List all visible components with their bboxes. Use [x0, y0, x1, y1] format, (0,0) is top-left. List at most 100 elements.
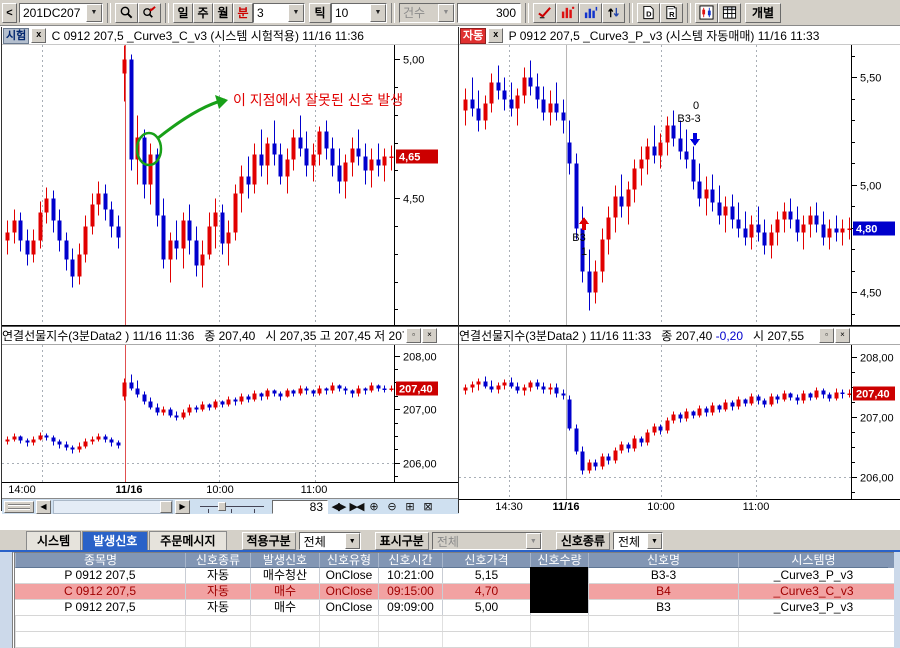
- time-axis-label: 14:00: [8, 484, 36, 496]
- test-mode-badge: 시험: [3, 28, 29, 44]
- filter-apply-value: 전체: [300, 533, 345, 550]
- chevron-down-icon[interactable]: ▼: [86, 4, 102, 22]
- futures-index-subchart-left[interactable]: 208,00207,00206,00207,40: [2, 345, 459, 483]
- individual-button[interactable]: 개별: [745, 3, 781, 23]
- right-chart-titlebar: 자동 x P 0912 207,5 _Curve3_P_v3 (시스템 자동매매…: [459, 27, 900, 45]
- svg-text:4,65: 4,65: [399, 152, 420, 164]
- sort-updown-button[interactable]: [602, 3, 625, 23]
- fit-chart-icon[interactable]: ⊞: [402, 500, 418, 514]
- filter-display-select: 전체 ▼: [432, 532, 542, 550]
- scroll-track[interactable]: [53, 500, 173, 514]
- cell-signal-price: 5,00: [442, 600, 530, 615]
- filter-signal-type-select[interactable]: 전체 ▼: [613, 532, 663, 550]
- svg-text:4,50: 4,50: [403, 194, 424, 206]
- cell-signal-time: 09:09:00: [378, 600, 442, 615]
- signal-table: 종목명 신호종류 발생신호 신호유형 신호시간 신호가격 신호수량 신호명 시스…: [12, 552, 894, 648]
- collapse-horizontal-icon[interactable]: ▶◀: [348, 500, 364, 514]
- chevron-down-icon[interactable]: ▼: [288, 4, 304, 22]
- blue-bar-chart-button[interactable]: [579, 3, 602, 23]
- minute-combo[interactable]: 3 ▼: [253, 3, 305, 23]
- scroll-left-button[interactable]: ◀: [36, 500, 51, 514]
- table-row-selected[interactable]: C 0912 207,5 자동 매수 OnClose 09:15:00 4,70…: [15, 584, 894, 600]
- tab-order-messages[interactable]: 주문메시지: [149, 531, 226, 550]
- report-r-button[interactable]: R: [660, 3, 683, 23]
- time-axis-label: 14:30: [495, 501, 523, 513]
- time-axis-label: 10:00: [647, 501, 675, 513]
- right-time-axis: 14:3011/1610:0011:00: [459, 500, 900, 515]
- period-month-button[interactable]: 월: [213, 3, 233, 23]
- svg-text:207,00: 207,00: [403, 405, 437, 417]
- signal-panel: 시스템 발생신호 주문메시지 적용구분 전체 ▼ 표시구분 전체 ▼ 신호종류 …: [0, 530, 900, 648]
- search-signal-button[interactable]: [138, 3, 161, 23]
- close-pane-icon[interactable]: ⊠: [420, 500, 436, 514]
- grid-view-button[interactable]: [718, 3, 741, 23]
- candlestick-chart-put[interactable]: 5,505,004,504,800B3-3B31: [459, 45, 900, 326]
- count-label: 건수: [400, 4, 438, 21]
- chevron-down-icon[interactable]: ▼: [345, 533, 360, 549]
- svg-text:R: R: [669, 10, 675, 19]
- expand-horizontal-icon[interactable]: ◀▶: [330, 500, 346, 514]
- period-day-button[interactable]: 일: [173, 3, 193, 23]
- close-icon[interactable]: x: [488, 28, 503, 43]
- svg-text:206,00: 206,00: [860, 473, 894, 485]
- symbol-combo[interactable]: 201DC207 ▼: [19, 3, 103, 23]
- zoom-slider-thumb[interactable]: [218, 502, 226, 511]
- tick-button[interactable]: 틱: [309, 3, 331, 23]
- time-axis-label: 11:00: [743, 501, 770, 513]
- back-button[interactable]: <: [2, 3, 17, 23]
- visible-bars-input[interactable]: 83: [272, 500, 328, 514]
- call-chart-panel: 시험 x C 0912 207,5 _Curve3_C_v3 (시스템 시험적용…: [1, 27, 459, 511]
- scroll-grip[interactable]: [4, 501, 34, 513]
- cell-system-name: _Curve3_C_v3: [738, 584, 888, 599]
- table-empty-row: [15, 632, 894, 648]
- chevron-down-icon[interactable]: ▼: [370, 4, 386, 22]
- left-time-axis: 14:0011/1610:0011:00: [2, 483, 459, 498]
- document-r-icon: R: [664, 5, 679, 20]
- svg-text:B3: B3: [572, 232, 585, 244]
- cell-signal: 매수청산: [250, 568, 319, 583]
- close-icon[interactable]: x: [31, 28, 46, 43]
- filter-display-value: 전체: [433, 533, 526, 550]
- filter-apply-select[interactable]: 전체 ▼: [299, 532, 361, 550]
- minute-value: 3: [254, 6, 288, 20]
- tab-system[interactable]: 시스템: [26, 531, 81, 550]
- col-signal-time: 신호시간: [378, 553, 442, 568]
- scroll-thumb[interactable]: [160, 501, 172, 513]
- candlestick-chart-call[interactable]: 5,004,504,65이 지점에서 잘못된 신호 발생: [2, 45, 459, 326]
- svg-text:207,40: 207,40: [856, 389, 890, 401]
- table-row[interactable]: P 0912 207,5 자동 매수청산 OnClose 10:21:00 5,…: [15, 568, 894, 584]
- index-change-value: -0,20: [716, 329, 743, 343]
- time-axis-label: 11/16: [116, 484, 143, 496]
- close-icon[interactable]: ×: [422, 328, 437, 343]
- chevron-down-icon[interactable]: ▼: [647, 533, 662, 549]
- tick-combo[interactable]: 10 ▼: [331, 3, 387, 23]
- filter-signal-type-value: 전체: [614, 533, 647, 550]
- scroll-right-button[interactable]: ▶: [175, 500, 190, 514]
- subchart-window-buttons: ▫ ×: [404, 328, 437, 343]
- futures-index-subchart-right[interactable]: 208,00207,00206,00207,40: [459, 345, 900, 500]
- close-icon[interactable]: ×: [835, 328, 850, 343]
- cell-signal: 매수: [250, 600, 319, 615]
- zoom-slider[interactable]: [200, 500, 264, 514]
- col-signal-type: 신호유형: [319, 553, 378, 568]
- toolbar-separator: [391, 3, 395, 23]
- cell-system-name: _Curve3_P_v3: [738, 600, 888, 615]
- red-bar-chart-button[interactable]: [556, 3, 579, 23]
- restore-icon[interactable]: ▫: [406, 328, 421, 343]
- report-d-button[interactable]: D: [637, 3, 660, 23]
- signal-check-button[interactable]: [533, 3, 556, 23]
- restore-icon[interactable]: ▫: [819, 328, 834, 343]
- table-row[interactable]: P 0912 207,5 자동 매수 OnClose 09:09:00 5,00…: [15, 600, 894, 616]
- toolbar-separator: [107, 3, 111, 23]
- candle-chart-button[interactable]: [695, 3, 718, 23]
- zoom-in-icon[interactable]: ⊕: [366, 500, 382, 514]
- tab-signals[interactable]: 발생신호: [82, 531, 148, 550]
- count-input[interactable]: 300: [457, 3, 521, 23]
- zoom-out-icon[interactable]: ⊖: [384, 500, 400, 514]
- chart-scrollbar: ◀ ▶ 83 ◀▶ ▶◀ ⊕ ⊖ ⊞ ⊠: [2, 498, 459, 514]
- cell-symbol: C 0912 207,5: [15, 584, 185, 599]
- search-button[interactable]: [115, 3, 138, 23]
- right-subchart-title: 연결선물지수(3분Data2 ) 11/16 11:33 종 207,40: [459, 327, 716, 344]
- period-week-button[interactable]: 주: [193, 3, 213, 23]
- period-minute-button[interactable]: 분: [233, 3, 253, 23]
